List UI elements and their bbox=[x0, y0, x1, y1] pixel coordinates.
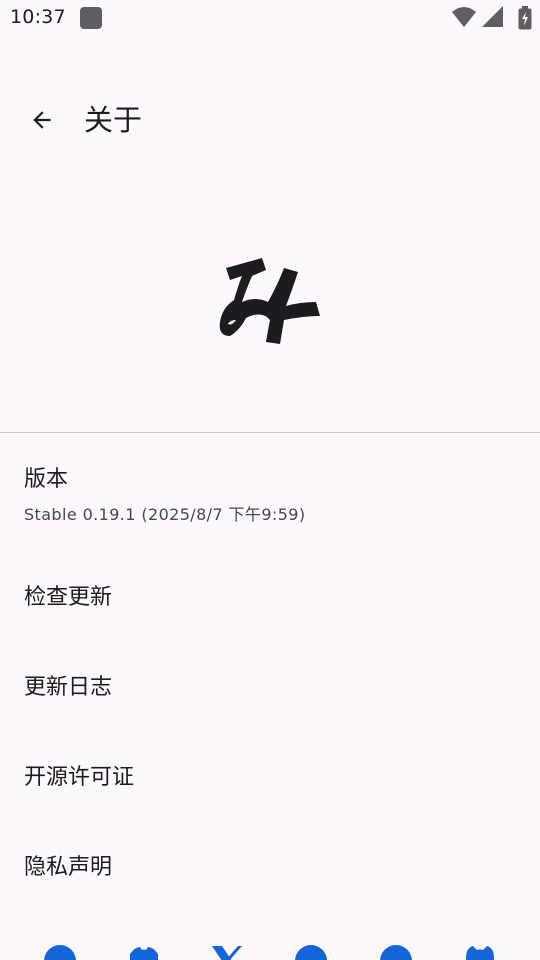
changelog-label: 更新日志 bbox=[24, 675, 113, 700]
arrow-back-icon bbox=[33, 111, 51, 129]
app-logo bbox=[219, 258, 320, 344]
page-title: 关于 bbox=[84, 103, 143, 137]
privacy-label: 隐私声明 bbox=[24, 855, 113, 880]
top-app-bar: 关于 bbox=[0, 88, 540, 152]
version-item[interactable]: 版本 Stable 0.19.1 (2025/8/7 下午9:59) bbox=[0, 452, 540, 536]
wifi-icon bbox=[452, 7, 476, 27]
divider bbox=[0, 432, 540, 433]
back-button[interactable] bbox=[18, 96, 66, 144]
github-icon[interactable] bbox=[463, 944, 497, 960]
social-links bbox=[0, 944, 540, 960]
weibo-icon[interactable] bbox=[379, 944, 413, 960]
battery-icon bbox=[518, 6, 532, 30]
telegram-icon[interactable] bbox=[43, 944, 77, 960]
x-icon[interactable] bbox=[210, 944, 244, 960]
notification-icon bbox=[80, 7, 102, 29]
licenses-item[interactable]: 开源许可证 bbox=[0, 740, 540, 816]
qq-icon[interactable] bbox=[294, 944, 328, 960]
version-title: 版本 bbox=[24, 467, 69, 492]
check-update-label: 检查更新 bbox=[24, 585, 113, 610]
check-update-item[interactable]: 检查更新 bbox=[0, 560, 540, 636]
discord-icon[interactable] bbox=[127, 944, 161, 960]
changelog-item[interactable]: 更新日志 bbox=[0, 650, 540, 726]
version-value: Stable 0.19.1 (2025/8/7 下午9:59) bbox=[24, 505, 306, 524]
signal-icon bbox=[482, 6, 503, 27]
privacy-item[interactable]: 隐私声明 bbox=[0, 830, 540, 906]
licenses-label: 开源许可证 bbox=[24, 765, 135, 790]
status-time: 10:37 bbox=[10, 6, 66, 28]
status-bar: 10:37 bbox=[0, 0, 540, 38]
